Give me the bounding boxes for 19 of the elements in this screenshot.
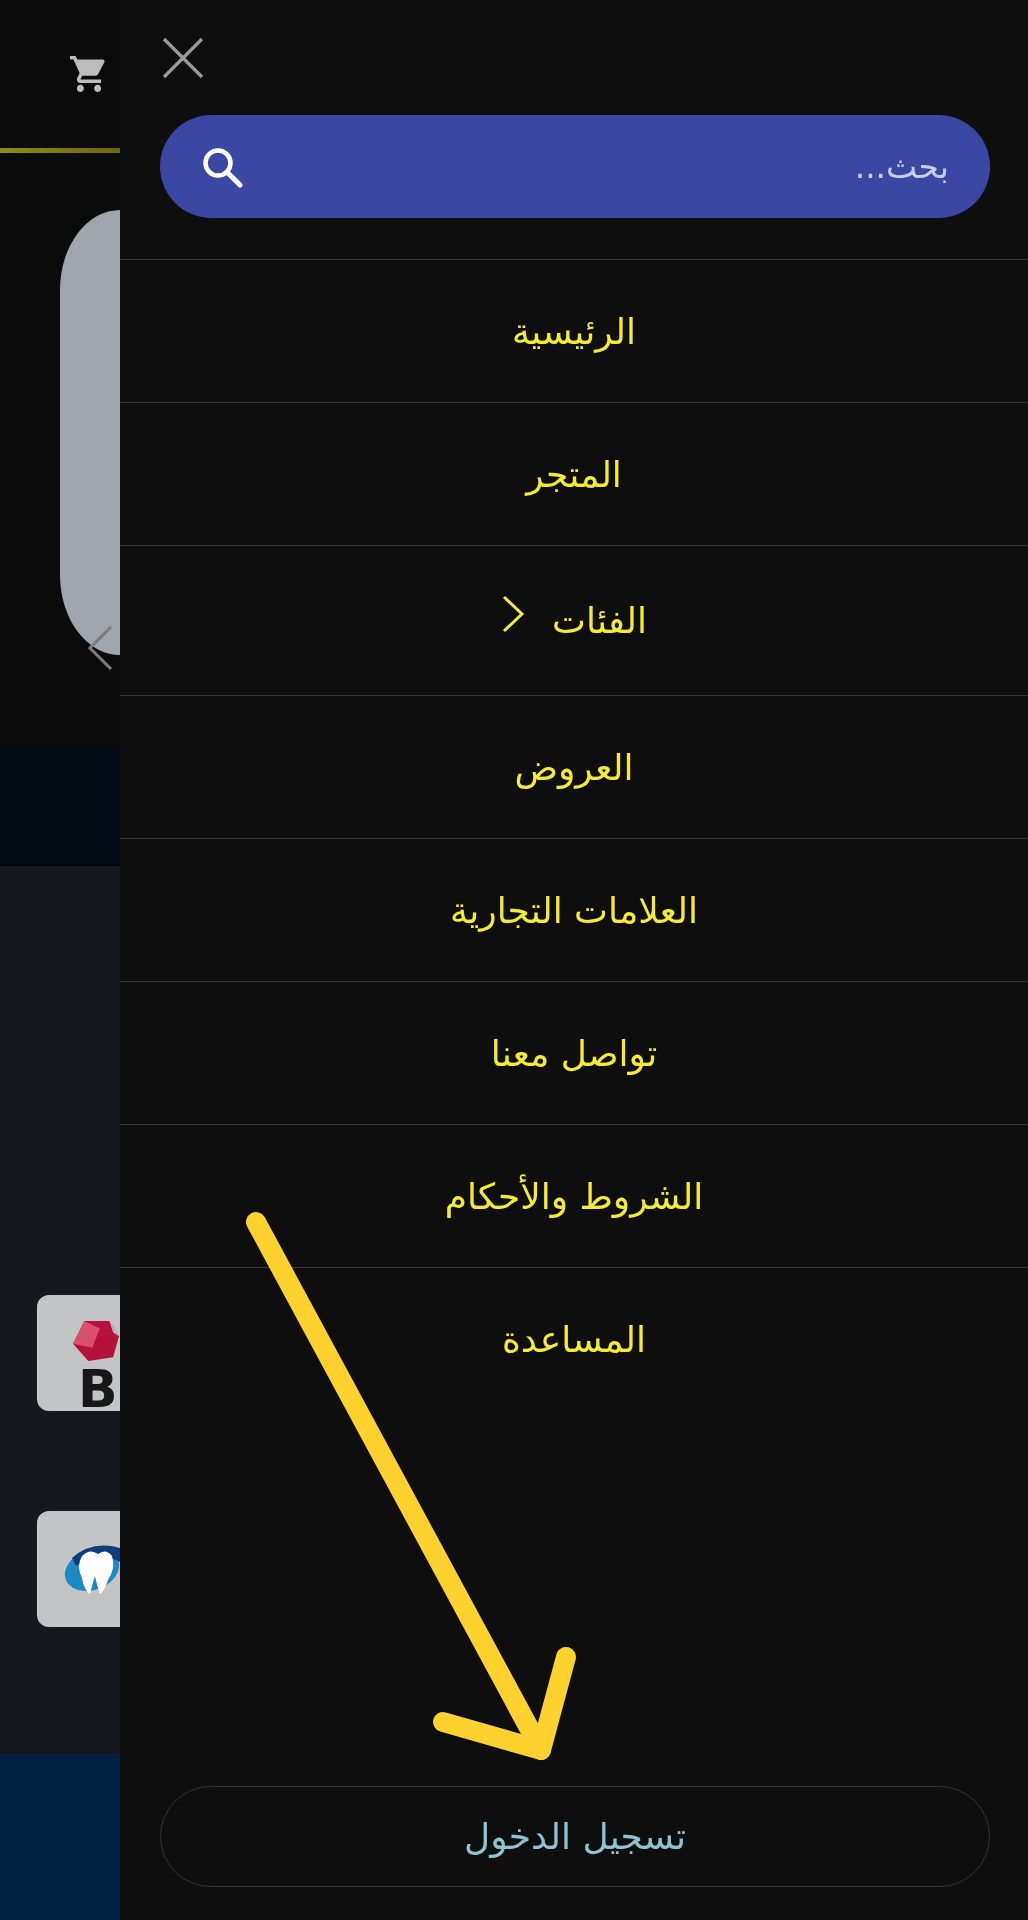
menu-item[interactable]: العلامات التجارية bbox=[120, 839, 1028, 982]
search-field[interactable]: بحث... bbox=[160, 115, 990, 218]
menu-item[interactable]: الرئيسية bbox=[120, 260, 1028, 403]
menu-item[interactable]: تواصل معنا bbox=[120, 982, 1028, 1125]
logo-letter: B bbox=[78, 1367, 116, 1411]
menu-item[interactable]: الشروط والأحكام bbox=[120, 1125, 1028, 1268]
brand-logo-tile[interactable]: B bbox=[37, 1295, 120, 1411]
chevron-right-icon bbox=[501, 593, 526, 634]
cart-icon[interactable] bbox=[70, 56, 108, 92]
menu-item[interactable]: العروض bbox=[120, 696, 1028, 839]
hexagon-logo-icon bbox=[70, 1319, 120, 1363]
chevron-left-icon[interactable] bbox=[87, 625, 113, 671]
search-icon[interactable] bbox=[201, 146, 243, 188]
brand-logo-tile[interactable] bbox=[37, 1511, 120, 1627]
menu-item[interactable]: المساعدة bbox=[120, 1268, 1028, 1411]
close-button[interactable] bbox=[161, 36, 205, 80]
menu-item[interactable]: المتجر bbox=[120, 403, 1028, 546]
close-icon bbox=[161, 36, 205, 80]
menu-item[interactable]: الفئات bbox=[120, 546, 1028, 696]
